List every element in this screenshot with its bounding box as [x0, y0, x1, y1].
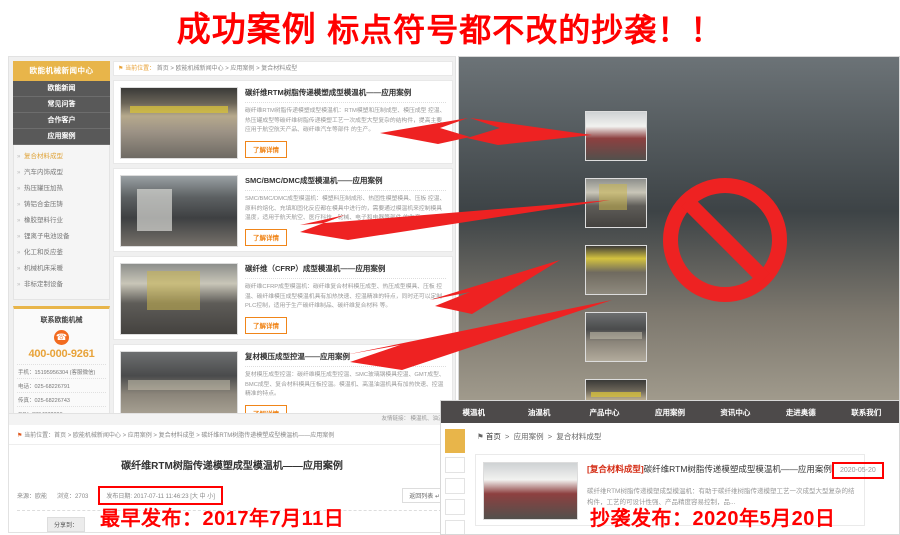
phone-icon: ☎ [54, 330, 69, 345]
breadcrumb-sep: > [545, 432, 555, 441]
sidebar-category-clients[interactable]: 合作客户 [13, 113, 110, 129]
detail-breadcrumb-text: 当前位置：首页 > 欧能机械新闻中心 > 应用案例 > 复合材料成型 > 碳纤维… [24, 433, 335, 439]
copied-publish-annotation: 抄袭发布：2020年5月20日 [590, 508, 836, 530]
sidebar-category-faq[interactable]: 常见问答 [13, 97, 110, 113]
nav-item-oil-temp[interactable]: 油温机 [506, 407, 571, 418]
sidebar-item-chemical[interactable]: 化工和反应釜 [14, 245, 109, 261]
page-title-part2: 标点符号都不改的抄袭！！ [327, 12, 724, 48]
contact-title: 联系欧能机械 [40, 317, 83, 324]
nav-item-news[interactable]: 资讯中心 [703, 407, 768, 418]
original-main-column: ⚑ 当前位置： 首页 > 欧能机械新闻中心 > 应用案例 > 复合材料成型 碳纤… [113, 61, 453, 416]
no-entry-icon [663, 178, 787, 302]
contact-phone: 400-000-9261 [28, 348, 95, 360]
products-box [459, 57, 899, 400]
home-icon: ⚑ [17, 433, 23, 439]
article-date-highlight: 2020-05-20 [831, 462, 884, 479]
sidebar-sub-list: 复合材料成型 汽车内饰成型 热压罐压加热 铸铝合金压铸 橡胶塑料行业 锂离子电池… [13, 145, 110, 300]
sidebar-item-composite[interactable]: 复合材料成型 [14, 149, 109, 165]
article-tag: [复合材料成型] [587, 464, 644, 474]
card-thumbnail [120, 87, 238, 159]
breadcrumb-home[interactable]: 首页 [486, 432, 501, 441]
friend-links: 友情链接： 模温机、油温机 [9, 414, 455, 425]
sidebar-item-autoclave[interactable]: 热压罐压加热 [14, 181, 109, 197]
sidebar-item-block[interactable] [445, 499, 465, 515]
original-sidebar: 欧能机械新闻中心 欧能新闻 常见问答 合作客户 应用案例 复合材料成型 汽车内饰… [13, 61, 110, 416]
detail-views: 浏览：2703 [57, 494, 89, 500]
breadcrumb-current: 复合材料成型 [556, 432, 602, 441]
nav-item-mold-temp[interactable]: 模温机 [441, 407, 506, 418]
card-thumbnail [120, 263, 238, 335]
card-title[interactable]: 碳纤维（CFRP）成型模温机——应用案例 [245, 263, 446, 279]
sidebar-category-news[interactable]: 欧能新闻 [13, 81, 110, 97]
share-button[interactable]: 分享到： [47, 517, 86, 532]
sidebar-item-battery[interactable]: 锂离子电池设备 [14, 229, 109, 245]
page-title-part1: 成功案例 [176, 11, 317, 49]
nav-item-contact[interactable]: 联系我们 [834, 407, 899, 418]
sidebar-item-auto-interior[interactable]: 汽车内饰成型 [14, 165, 109, 181]
card-thumbnail [120, 175, 238, 247]
sidebar-item-block[interactable] [445, 478, 465, 494]
back-to-list-label: 返回列表 [409, 494, 434, 500]
article-thumbnail [585, 111, 647, 161]
article-title[interactable]: 碳纤维RTM树脂传递模塑成型模温机——应用案例 [644, 463, 832, 475]
more-button[interactable]: 了解详情 [245, 140, 287, 158]
contact-box: 联系欧能机械 ☎ 400-000-9261 手机：15195956304 (客服… [13, 306, 110, 416]
nav-item-cases[interactable]: 应用案例 [637, 407, 702, 418]
detail-breadcrumb: ⚑ 当前位置：首页 > 欧能机械新闻中心 > 应用案例 > 复合材料成型 > 碳… [9, 425, 455, 445]
earliest-publish-annotation: 最早发布：2017年7月11日 [100, 508, 345, 530]
breadcrumb-label: 当前位置： [125, 66, 156, 72]
home-icon: ⚑ [118, 66, 124, 72]
article-thumbnail [585, 178, 647, 228]
contact-mobile: 手机：15195956304 (客服微信) [17, 364, 106, 378]
card-thumbnail [120, 351, 238, 416]
sidebar-category-cases[interactable]: 应用案例 [13, 129, 110, 145]
copied-detail-nav: 模温机 油温机 产品中心 应用案例 资讯中心 走进奥德 联系我们 [441, 401, 899, 423]
article-thumbnail [483, 462, 578, 520]
card-title[interactable]: 复材模压成型控温——应用案例 [245, 351, 446, 367]
card-description: 复材模压成型控温：碳纤维模压成型控温、SMC玻璃钢模具控温、GMT成型、BMC成… [245, 372, 445, 397]
screenshot-canvas: 成功案例 标点符号都不改的抄袭！！ 欧能机械新闻中心 欧能新闻 常见问答 合作客… [0, 0, 900, 535]
detail-source: 来源：欧能 [17, 494, 48, 500]
list-item[interactable]: 碳纤维RTM树脂传递模塑成型模温机——应用案例 碳纤维RTM树脂传递模塑成型模温… [113, 80, 453, 164]
breadcrumb: ⚑ 当前位置： 首页 > 欧能机械新闻中心 > 应用案例 > 复合材料成型 [113, 61, 453, 76]
sidebar-item-block[interactable] [445, 457, 465, 473]
article-thumbnail [585, 312, 647, 362]
card-title[interactable]: 碳纤维RTM树脂传递模塑成型模温机——应用案例 [245, 87, 446, 103]
list-item[interactable]: 碳纤维（CFRP）成型模温机——应用案例 碳纤维CFRP成型模温机：碳纤维复合材… [113, 256, 453, 340]
nav-item-about[interactable]: 走进奥德 [768, 407, 833, 418]
breadcrumb: ⚑ 首页 > 应用案例 > 复合材料成型 [441, 423, 899, 450]
card-description: SMC/BMC/DMC成型模温机：模塑料压制成形、热固性模塑模具、压板 控温、原… [245, 196, 446, 221]
detail-title: 碳纤维RTM树脂传递模塑成型模温机——应用案例 [121, 461, 343, 472]
sidebar-item-rubber[interactable]: 橡胶塑料行业 [14, 213, 109, 229]
contact-fax: 传真：025-68226743 [17, 392, 106, 406]
more-button[interactable]: 了解详情 [245, 316, 287, 334]
nav-item-products[interactable]: 产品中心 [572, 407, 637, 418]
breadcrumb-cases[interactable]: 应用案例 [514, 432, 544, 441]
page-title: 成功案例 标点符号都不改的抄袭！！ [0, 4, 900, 56]
card-description: 碳纤维RTM树脂传递模塑成型模温机：RTM模塑和压制成型、模压成型 控温、热压罐… [245, 108, 446, 133]
sidebar-title: 欧能机械新闻中心 [13, 61, 110, 81]
sidebar-item-diecast[interactable]: 铸铝合金压铸 [14, 197, 109, 213]
sidebar-item-machine-tool[interactable]: 机械机床采暖 [14, 261, 109, 277]
article-thumbnail [585, 245, 647, 295]
home-icon: ⚑ [477, 432, 484, 441]
copied-detail-sidebar-stub [441, 423, 469, 534]
sidebar-item-custom[interactable]: 非标定制设备 [14, 277, 109, 293]
more-button[interactable]: 了解详情 [245, 228, 287, 246]
original-site-list-screenshot: 欧能机械新闻中心 欧能新闻 常见问答 合作客户 应用案例 复合材料成型 汽车内饰… [8, 56, 456, 417]
breadcrumb-sep: > [502, 432, 512, 441]
contact-tel: 电话：025-68226791 [17, 378, 106, 392]
breadcrumb-path: 首页 > 欧能机械新闻中心 > 应用案例 > 复合材料成型 [156, 66, 298, 72]
article-thumbnail [585, 379, 647, 400]
sidebar-item-block[interactable] [445, 520, 465, 534]
list-item[interactable]: SMC/BMC/DMC成型模温机——应用案例 SMC/BMC/DMC成型模温机：… [113, 168, 453, 252]
card-description: 碳纤维CFRP成型模温机：碳纤维复合材料模压成型、热压成型模具、压板 控温、碳纤… [245, 284, 443, 309]
card-title[interactable]: SMC/BMC/DMC成型模温机——应用案例 [245, 175, 446, 191]
list-item[interactable]: 复材模压成型控温——应用案例 复材模压成型控温：碳纤维模压成型控温、SMC玻璃钢… [113, 344, 453, 416]
sidebar-heading-block [445, 429, 465, 453]
copied-sidebar: 应用案例 汽车内饰成型 热压成型控温 铸铝合金压铸 复合材料成型 锂离子电池控温… [459, 57, 899, 400]
